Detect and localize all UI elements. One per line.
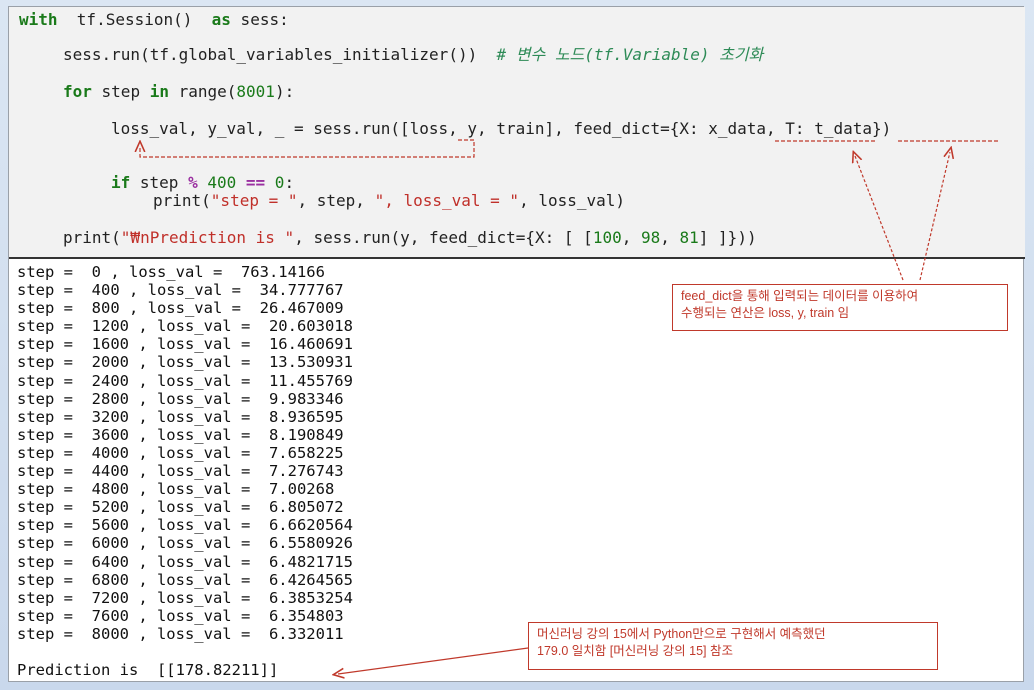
output-row: step = 8000 , loss_val = 6.332011 xyxy=(17,624,344,643)
code-line-4: loss_val, y_val, _ = sess.run([loss, y, … xyxy=(111,119,892,138)
feed-callout-line-2: 수행되는 연산은 loss, y, train 임 xyxy=(681,306,850,320)
output-row: step = 0 , loss_val = 763.14166 xyxy=(17,263,325,281)
output-row: step = 5600 , loss_val = 6.6620564 xyxy=(17,516,353,535)
output-row: step = 2400 , loss_val = 11.455769 xyxy=(17,371,353,390)
prediction-callout: 머신러닝 강의 15에서 Python만으로 구현해서 예측했던 179.0 일… xyxy=(528,622,938,670)
output-row: step = 6400 , loss_val = 6.4821715 xyxy=(17,552,353,571)
output-row: step = 1200 , loss_val = 20.603018 xyxy=(17,317,353,336)
output-row: step = 6000 , loss_val = 6.5580926 xyxy=(17,534,353,553)
code-line-6: print("step = ", step, ", loss_val = ", … xyxy=(153,191,626,210)
pred-callout-line-2: 179.0 일치함 [머신러닝 강의 15] 참조 xyxy=(537,644,733,658)
code-line-1: with tf.Session() as sess: xyxy=(19,10,289,29)
output-rows: step = 0 , loss_val = 763.14166 step = 40… xyxy=(17,263,353,643)
output-area: step = 0 , loss_val = 763.14166 step = 40… xyxy=(17,263,353,679)
output-row: step = 4000 , loss_val = 7.658225 xyxy=(17,443,344,462)
code-line-3: for step in range(8001): xyxy=(63,82,295,101)
output-row: step = 3600 , loss_val = 8.190849 xyxy=(17,425,344,444)
output-row: step = 6800 , loss_val = 6.4264565 xyxy=(17,570,353,589)
code-line-5: if step % 400 == 0: xyxy=(111,173,295,192)
code-line-2: sess.run(tf.global_variables_initializer… xyxy=(63,45,764,64)
code-line-7: print("₩nPrediction is ", sess.run(y, fe… xyxy=(63,228,757,247)
output-row: step = 7600 , loss_val = 6.354803 xyxy=(17,606,344,625)
prediction-output: Prediction is [[178.82211]] xyxy=(17,660,279,679)
cell-divider xyxy=(9,257,1025,259)
output-row: step = 4800 , loss_val = 7.00268 xyxy=(17,480,335,499)
output-row: step = 1600 , loss_val = 16.460691 xyxy=(17,335,353,354)
feed-dict-callout: feed_dict을 통해 입력되는 데이터를 이용하여 수행되는 연산은 lo… xyxy=(672,284,1008,331)
output-row: step = 5200 , loss_val = 6.805072 xyxy=(17,498,344,517)
output-row: step = 7200 , loss_val = 6.3853254 xyxy=(17,588,353,607)
output-row: step = 400 , loss_val = 34.777767 xyxy=(17,281,344,300)
output-row: step = 2000 , loss_val = 13.530931 xyxy=(17,353,353,372)
code-cell[interactable]: with tf.Session() as sess: sess.run(tf.g… xyxy=(9,7,1025,257)
feed-callout-line-1: feed_dict을 통해 입력되는 데이터를 이용하여 xyxy=(681,289,919,303)
output-row: step = 3200 , loss_val = 8.936595 xyxy=(17,407,344,426)
output-row: step = 2800 , loss_val = 9.983346 xyxy=(17,389,344,408)
output-row: step = 800 , loss_val = 26.467009 xyxy=(17,299,344,318)
pred-callout-line-1: 머신러닝 강의 15에서 Python만으로 구현해서 예측했던 xyxy=(537,627,826,641)
notebook-panel: with tf.Session() as sess: sess.run(tf.g… xyxy=(8,6,1025,682)
output-row: step = 4400 , loss_val = 7.276743 xyxy=(17,462,344,481)
